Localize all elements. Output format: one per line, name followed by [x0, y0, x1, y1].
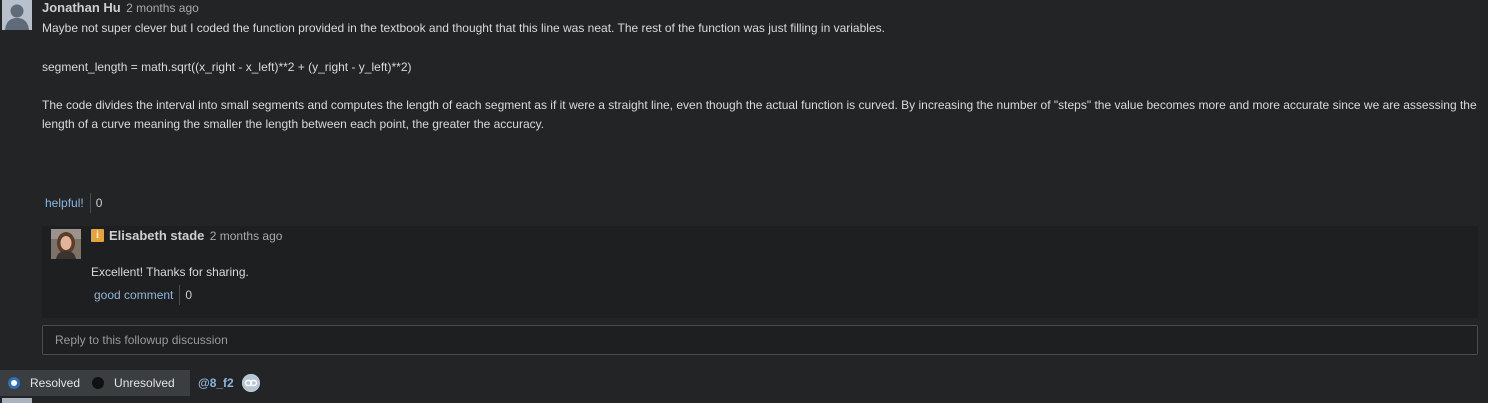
post-header: Jonathan Hu 2 months ago [42, 0, 199, 15]
next-post-avatar [2, 398, 32, 403]
helpful-row: helpful! 0 [42, 192, 102, 214]
resolution-toggle: Resolved Unresolved [0, 370, 190, 396]
unresolved-radio[interactable] [92, 377, 105, 389]
divider [179, 285, 181, 305]
resolved-label: Resolved [30, 376, 81, 390]
resolved-option[interactable]: Resolved [0, 376, 80, 390]
unresolved-label: Unresolved [114, 376, 175, 390]
reply-comment: i Elisabeth stade 2 months ago Excellent… [42, 226, 1478, 318]
resolved-radio[interactable] [8, 377, 20, 389]
instructor-badge-icon: i [91, 229, 104, 242]
post-author: Jonathan Hu [42, 0, 121, 15]
reply-author: Elisabeth stade [109, 228, 205, 243]
avatar [51, 229, 81, 259]
followup-thread: Jonathan Hu 2 months ago Maybe not super… [0, 0, 1488, 403]
default-avatar-icon [2, 0, 32, 30]
helpful-button[interactable]: helpful! [42, 196, 90, 210]
post-paragraph: The code divides the interval into small… [42, 98, 1477, 131]
post-paragraph: Maybe not super clever but I coded the f… [42, 21, 885, 35]
reply-time: 2 months ago [209, 229, 283, 243]
good-comment-count: 0 [185, 288, 193, 302]
divider [89, 193, 91, 213]
followup-reply-field[interactable] [42, 325, 1478, 355]
reply-header: Elisabeth stade 2 months ago [109, 228, 282, 243]
good-comment-button[interactable]: good comment [91, 288, 179, 302]
reply-text: Excellent! Thanks for sharing. [91, 265, 249, 279]
helpful-count: 0 [95, 196, 103, 210]
link-icon[interactable] [242, 374, 260, 392]
unresolved-option[interactable]: Unresolved [80, 376, 175, 390]
good-comment-row: good comment 0 [91, 284, 192, 306]
post-time: 2 months ago [126, 1, 199, 15]
post-id-link[interactable]: @8_f2 [198, 376, 234, 390]
post-code-line: segment_length = math.sqrt((x_right - x_… [42, 60, 412, 74]
followup-reply-input[interactable] [43, 326, 1477, 354]
